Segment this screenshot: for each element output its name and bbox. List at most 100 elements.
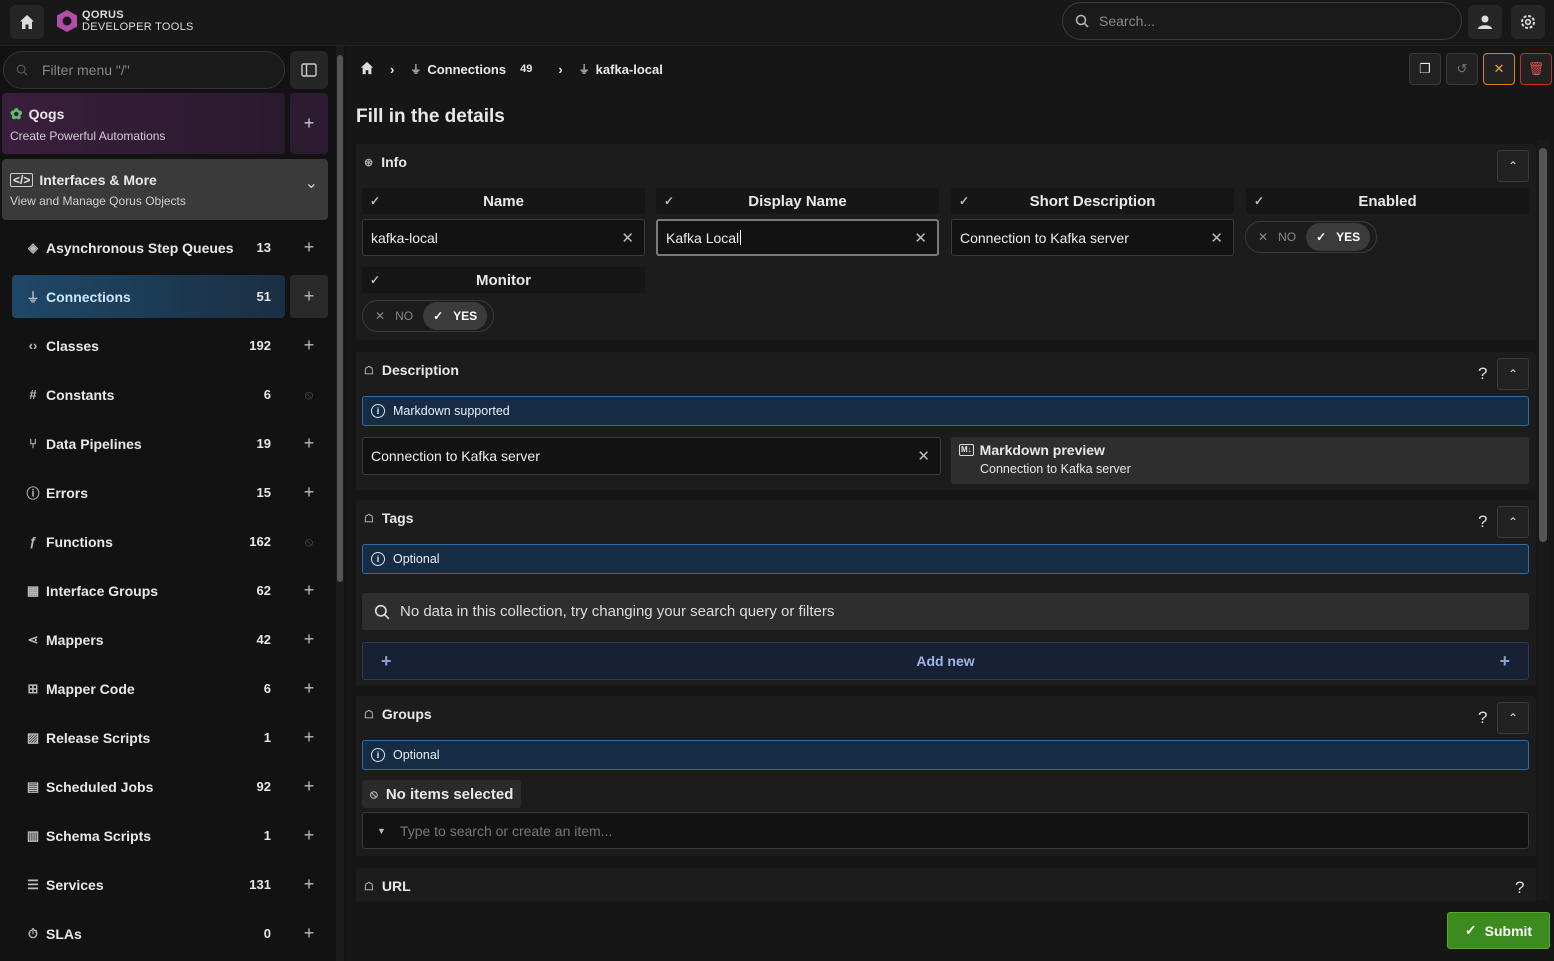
filter-menu[interactable]: Filter menu "/" [3, 51, 285, 89]
enabled-yes-option[interactable]: ✓ YES [1306, 223, 1371, 251]
enabled-no-option[interactable]: ✕ NO [1258, 230, 1296, 244]
sidebar-item-connections[interactable]: ⏚ Connections 51 [12, 275, 285, 318]
logo-line-2: DEVELOPER TOOLS [82, 21, 194, 33]
sidebar-item-errors[interactable]: ⓘ Errors 15 [12, 471, 285, 514]
tags-add-new-label: Add new [916, 653, 975, 669]
error-icon: ⓘ [26, 486, 40, 501]
clear-icon[interactable]: ✕ [917, 447, 930, 465]
sidebar-add-button[interactable]: + [290, 716, 328, 759]
breadcrumb-current: ⏚ kafka-local [579, 61, 663, 77]
sidebar-item-label: Mapper Code [46, 680, 135, 697]
sidebar-add-button[interactable]: + [290, 275, 328, 318]
global-search[interactable]: Search... [1062, 2, 1462, 40]
sidebar-item-constants[interactable]: # Constants 6 [12, 373, 285, 416]
monitor-yes-option[interactable]: ✓ YES [423, 302, 488, 330]
sidebar-item-mapper-code[interactable]: ⊞ Mapper Code 6 [12, 667, 285, 710]
help-icon[interactable]: ? [1478, 512, 1487, 532]
chevron-up-icon: ⌃ [1507, 515, 1519, 529]
delete-button[interactable]: 🗑 [1520, 53, 1552, 85]
clear-icon[interactable]: ✕ [914, 229, 927, 247]
sidebar-add-button[interactable]: + [290, 814, 328, 857]
sidebar-add-button[interactable]: + [290, 422, 328, 465]
tags-collapse-button[interactable]: ⌃ [1497, 506, 1529, 538]
trash-icon: 🗑 [1527, 61, 1545, 76]
groups-collapse-button[interactable]: ⌃ [1497, 702, 1529, 734]
clear-icon[interactable]: ✕ [621, 229, 634, 247]
monitor-no-option[interactable]: ✕ NO [375, 309, 413, 323]
submit-button[interactable]: ✓ Submit [1447, 912, 1550, 949]
short-description-input[interactable]: Connection to Kafka server ✕ [951, 219, 1234, 256]
sidebar-item-scheduled-jobs[interactable]: ▤ Scheduled Jobs 92 [12, 765, 285, 808]
sidebar-item-asynchronous-step-queues[interactable]: ◈ Asynchronous Step Queues 13 [12, 226, 285, 269]
check-icon: ✓ [1464, 922, 1477, 938]
sidebar-add-button[interactable]: + [290, 226, 328, 269]
name-input[interactable]: kafka-local ✕ [362, 219, 645, 256]
qogs-add-button[interactable]: + [290, 93, 328, 154]
cancel-button[interactable]: ✕ [1483, 53, 1515, 85]
sidebar-item-functions[interactable]: ƒ Functions 162 [12, 520, 285, 563]
reset-button[interactable]: ↺ [1446, 53, 1478, 85]
groups-select-input[interactable]: ▼ Type to search or create an item... [362, 812, 1529, 849]
sidebar-item-slas[interactable]: ⏱ SLAs 0 [12, 912, 285, 955]
sidebar-add-button[interactable]: + [290, 912, 328, 955]
monitor-toggle[interactable]: ✕ NO ✓ YES [362, 300, 494, 332]
home-button[interactable] [10, 5, 44, 39]
user-button[interactable] [1468, 5, 1502, 39]
info-collapse-button[interactable]: ⌃ [1497, 150, 1529, 182]
sidebar-add-button[interactable]: + [290, 569, 328, 612]
sidebar-item-count: 13 [256, 240, 271, 255]
qorus-logo-icon [57, 10, 77, 32]
home-icon [20, 15, 34, 29]
description-collapse-button[interactable]: ⌃ [1497, 358, 1529, 390]
breadcrumb-connections[interactable]: ⏚ Connections 49 [410, 61, 532, 77]
sidebar-add-button[interactable]: + [290, 324, 328, 367]
settings-button[interactable] [1511, 5, 1545, 39]
sidebar-add-button[interactable]: + [290, 765, 328, 808]
sidebar-item-interface-groups[interactable]: ▦ Interface Groups 62 [12, 569, 285, 612]
sidebar-add-button[interactable]: + [290, 863, 328, 906]
sidebar-item-classes[interactable]: ‹› Classes 192 [12, 324, 285, 367]
sidebar-item-release-scripts[interactable]: ▨ Release Scripts 1 [12, 716, 285, 759]
sidebar-item-count: 1 [263, 730, 271, 745]
enabled-toggle[interactable]: ✕ NO ✓ YES [1245, 221, 1377, 253]
interfaces-section[interactable]: </> Interfaces & More View and Manage Qor… [2, 159, 328, 220]
sidebar-item-label: Errors [46, 484, 89, 501]
sidebar-item-count: 192 [249, 338, 271, 353]
help-icon[interactable]: ? [1478, 708, 1487, 728]
description-panel: ☖ Description ? ⌃ i Markdown supported Con… [356, 352, 1536, 490]
tags-add-new-button[interactable]: + Add new + [362, 642, 1529, 680]
filter-menu-input[interactable]: Filter menu "/" [42, 62, 130, 78]
sidebar-add-button[interactable]: + [290, 618, 328, 661]
grid-icon: ▦ [26, 582, 40, 598]
help-icon[interactable]: ? [1478, 364, 1487, 384]
display-name-field-header: ✓ Display Name [656, 188, 939, 214]
sidebar-item-data-pipelines[interactable]: ⑂ Data Pipelines 19 [12, 422, 285, 465]
sidebar-item-count: 19 [256, 436, 271, 451]
sidebar-item-schema-scripts[interactable]: ▥ Schema Scripts 1 [12, 814, 285, 857]
qogs-card[interactable]: ✿ Qogs Create Powerful Automations [2, 93, 285, 154]
description-textarea[interactable]: Connection to Kafka server ✕ [362, 437, 941, 475]
info-panel-icon: ⊛ [364, 156, 374, 169]
help-icon[interactable]: ? [1515, 878, 1524, 898]
collapse-sidebar-button[interactable] [290, 51, 328, 89]
sidebar-item-mappers[interactable]: ⋖ Mappers 42 [12, 618, 285, 661]
info-panel-title: Info [381, 154, 407, 170]
tags-panel-title: Tags [381, 510, 414, 526]
sidebar-item-services[interactable]: ☰ Services 131 [12, 863, 285, 906]
main-scrollbar[interactable] [1539, 148, 1547, 542]
sidebar-add-button[interactable]: + [290, 667, 328, 710]
chevron-down-icon: ⌄ [304, 175, 318, 192]
copy-button[interactable]: ❐ [1409, 53, 1441, 85]
breadcrumb-home-icon[interactable] [360, 61, 374, 78]
search-input[interactable]: Search... [1099, 13, 1155, 29]
tags-info-text: Optional [393, 552, 440, 566]
sidebar-add-button[interactable]: + [290, 471, 328, 514]
display-name-input[interactable]: Kafka Local ✕ [656, 219, 939, 256]
app-logo[interactable]: QORUS DEVELOPER TOOLS [56, 9, 194, 33]
clear-icon[interactable]: ✕ [1210, 229, 1223, 247]
sidebar-item-label: Asynchronous Step Queues [46, 239, 234, 256]
sidebar-scrollbar[interactable] [337, 55, 343, 582]
layers-icon: ◈ [28, 239, 38, 255]
sidebar-toggle-icon [301, 63, 317, 77]
name-value: kafka-local [371, 229, 438, 246]
